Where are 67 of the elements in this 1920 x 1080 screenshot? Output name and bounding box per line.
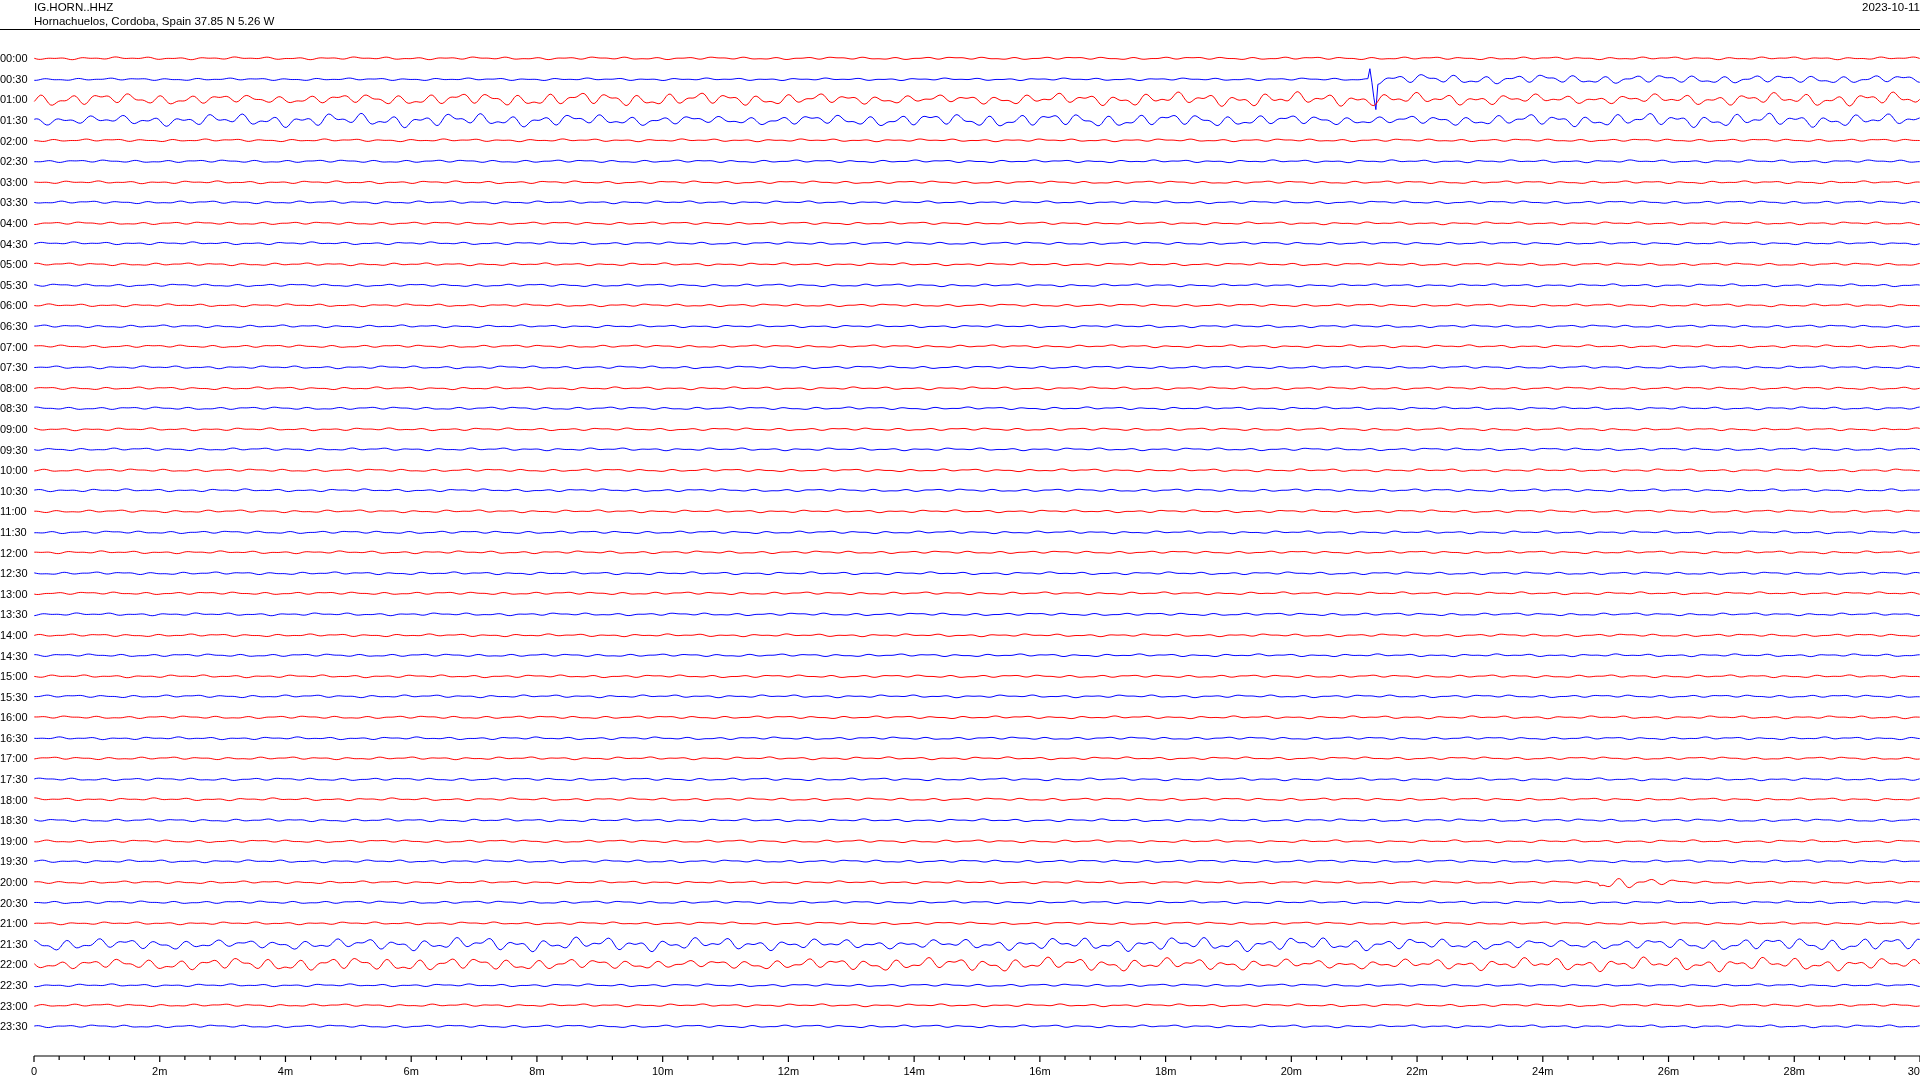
axis-tick-label: 30 — [1907, 1064, 1920, 1077]
time-label: 02:30 — [0, 155, 29, 168]
time-label: 13:00 — [0, 587, 29, 600]
time-label: 08:00 — [0, 381, 29, 394]
time-label: 19:30 — [0, 855, 29, 868]
time-label: 15:00 — [0, 670, 29, 683]
time-label: 01:00 — [0, 93, 29, 106]
axis-tick-label: 16m — [1029, 1064, 1051, 1077]
date-label: 2023-10-11 — [1862, 0, 1920, 15]
time-label: 00:00 — [0, 52, 29, 65]
time-label: 03:00 — [0, 175, 29, 188]
axis-tick-label: 0 — [30, 1064, 38, 1077]
axis-tick-label: 2m — [152, 1064, 168, 1077]
time-label: 22:00 — [0, 958, 29, 971]
axis-tick-label: 22m — [1406, 1064, 1428, 1077]
time-label: 15:30 — [0, 690, 29, 703]
axis-tick-label: 8m — [529, 1064, 545, 1077]
time-label: 13:30 — [0, 608, 29, 621]
time-label: 23:30 — [0, 1020, 29, 1033]
time-label: 14:00 — [0, 628, 29, 641]
time-label: 00:30 — [0, 72, 29, 85]
time-label: 05:00 — [0, 258, 29, 271]
time-label: 09:30 — [0, 443, 29, 456]
time-label: 04:30 — [0, 237, 29, 250]
time-label: 09:00 — [0, 423, 29, 435]
time-label: 02:00 — [0, 134, 29, 147]
time-label: 22:30 — [0, 979, 29, 991]
time-label: 14:30 — [0, 649, 29, 662]
axis-tick-label: 20m — [1280, 1064, 1303, 1077]
time-label: 12:30 — [0, 567, 29, 580]
time-label: 06:30 — [0, 320, 29, 332]
time-label: 06:00 — [0, 299, 29, 312]
time-label: 16:30 — [0, 731, 29, 744]
time-label: 17:30 — [0, 773, 29, 786]
time-label: 11:30 — [0, 525, 28, 538]
time-label: 07:00 — [0, 340, 29, 353]
axis-tick-label: 28m — [1783, 1064, 1805, 1077]
station-location: Hornachuelos, Cordoba, Spain 37.85 N 5.26 W — [34, 14, 275, 28]
axis-tick-label: 14m — [903, 1064, 925, 1077]
time-label: 21:30 — [0, 937, 29, 950]
time-label: 05:30 — [0, 278, 29, 291]
time-label: 23:00 — [0, 999, 29, 1012]
time-label: 18:00 — [0, 793, 29, 806]
time-label: 18:30 — [0, 814, 29, 827]
axis-tick-label: 6m — [403, 1064, 419, 1077]
axis-tick-label: 26m — [1657, 1064, 1680, 1077]
time-label: 10:00 — [0, 464, 29, 477]
time-label: 20:30 — [0, 896, 29, 909]
axis-tick-label: 10m — [651, 1064, 674, 1077]
time-label: 17:00 — [0, 752, 29, 765]
time-label: 20:00 — [0, 876, 29, 889]
time-label: 01:30 — [0, 114, 29, 127]
axis-tick-label: 24m — [1532, 1064, 1554, 1077]
time-label: 07:30 — [0, 361, 29, 374]
time-label: 21:00 — [0, 917, 29, 930]
time-label: 12:00 — [0, 546, 29, 559]
axis-tick-label: 18m — [1154, 1064, 1177, 1077]
axis-tick-label: 12m — [777, 1064, 800, 1077]
station-code: IG.HORN..HHZ — [34, 0, 115, 14]
time-label: 10:30 — [0, 484, 29, 497]
time-label: 19:00 — [0, 834, 29, 847]
time-label: 11:00 — [0, 505, 28, 518]
time-label: 04:00 — [0, 217, 29, 230]
time-label: 08:30 — [0, 402, 29, 415]
axis-tick-label: 4m — [277, 1064, 294, 1077]
time-label: 16:00 — [0, 711, 29, 724]
time-label: 03:30 — [0, 196, 29, 209]
